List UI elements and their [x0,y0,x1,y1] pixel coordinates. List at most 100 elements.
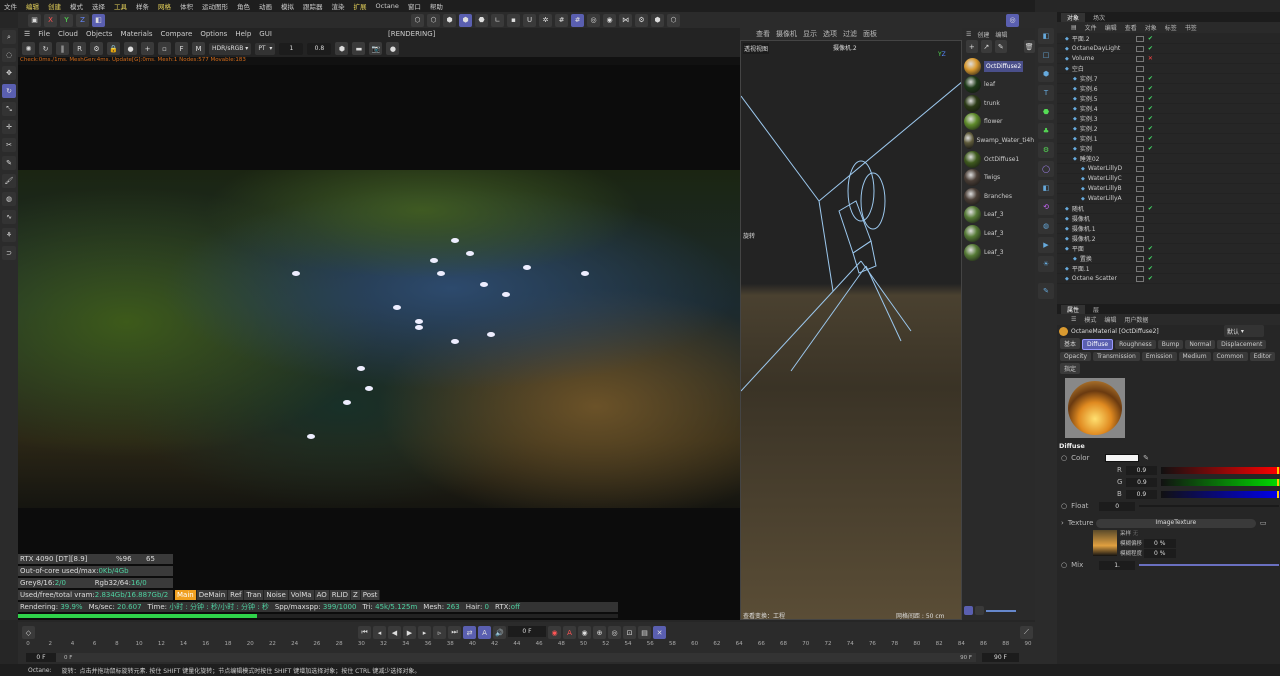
octane-menu-item[interactable]: GUI [259,30,272,38]
tab-layers[interactable]: 层 [1087,305,1105,314]
attr-tab-button[interactable]: Opacity [1060,352,1092,361]
visibility-toggle[interactable] [1135,195,1144,202]
visibility-toggle[interactable] [1135,275,1144,282]
enabled-check-icon[interactable]: ✔ [1148,275,1158,282]
rotate-icon[interactable]: ↻ [2,84,16,98]
visibility-toggle[interactable] [1135,55,1144,62]
mat-menu-create[interactable]: 创建 [977,30,989,39]
eyedropper-icon[interactable]: ✎ [1143,454,1149,462]
object-row[interactable]: ◆ WaterLillyC [1057,174,1280,184]
object-row[interactable]: ◆ 实例.7 ✔ [1057,74,1280,84]
menu-item[interactable]: 网格 [158,1,171,11]
g-slider-handle[interactable] [1277,478,1280,486]
region-icon[interactable]: ▫ [158,42,171,55]
object-row[interactable]: ◆ 睡莲02 [1057,154,1280,164]
octane-menu-item[interactable]: Materials [120,30,152,38]
tab-objects[interactable]: 对象 [1061,12,1086,22]
menu-item[interactable]: 模式 [70,1,83,11]
float-slider[interactable] [1139,505,1280,507]
sculpt-icon[interactable]: ⚘ [2,228,16,242]
attr-tab-button[interactable]: Transmission [1093,352,1140,361]
enabled-check-icon[interactable]: ✔ [1148,135,1158,142]
visibility-toggle[interactable] [1135,235,1144,242]
object-row[interactable]: ◆ 实例.4 ✔ [1057,104,1280,114]
attr-tab-button[interactable]: Roughness [1115,340,1156,349]
coordinate-system-button[interactable]: ◧ [92,13,105,27]
blur-offset-field[interactable]: 0 % [1143,539,1176,548]
axis-z-button[interactable]: Z [76,13,89,27]
attr-tab-button[interactable]: Emission [1141,352,1177,361]
axis-mode-icon[interactable]: ∟ [491,13,504,27]
list-view-icon[interactable] [964,606,973,615]
settings-icon[interactable]: ✲ [539,13,552,27]
visibility-toggle[interactable] [1135,245,1144,252]
object-row[interactable]: ◆ 实例.3 ✔ [1057,114,1280,124]
attribute-menu-item[interactable]: 模式 [1084,315,1096,324]
visibility-toggle[interactable] [1135,85,1144,92]
blur-scale-field[interactable]: 0 % [1143,549,1176,558]
render-pass-tab[interactable]: Main [175,590,197,600]
focus-pick-icon[interactable]: F [175,42,188,55]
cloner-icon[interactable]: ♣ [1038,123,1054,139]
tab-takes[interactable]: 场次 [1087,13,1111,22]
rectangle-icon[interactable]: ▬ [352,42,366,55]
tab-attributes[interactable]: 属性 [1061,304,1086,314]
menu-item[interactable]: Octane [376,2,399,10]
eyedropper-icon[interactable]: ✎ [995,40,1007,53]
menu-item[interactable]: 扩展 [354,1,367,11]
visibility-toggle[interactable] [1135,105,1144,112]
visibility-toggle[interactable] [1135,125,1144,132]
arrow-icon[interactable]: ↗ [980,40,992,53]
octane-menu-item[interactable]: Cloud [58,30,78,38]
object-menu-item[interactable]: 对象 [1145,23,1157,32]
pen-icon[interactable]: ✎ [1038,283,1054,299]
b-field[interactable]: 0.9 [1125,489,1157,499]
hamburger-icon[interactable]: ☰ [1071,316,1076,323]
start-frame-field[interactable]: 0 F [26,653,56,662]
r-slider[interactable] [1161,466,1280,474]
visibility-toggle[interactable] [1135,75,1144,82]
null-object-icon[interactable]: ◧ [1038,28,1054,44]
lock-icon[interactable]: 🔒 [107,42,120,55]
enabled-check-icon[interactable]: ✔ [1148,265,1158,272]
object-row[interactable]: ◆ 实例 ✔ [1057,144,1280,154]
timeline-ruler[interactable]: 0 2 4 6 8 10 12 14 16 18 20 22 24 26 28 30 32 34 36 38 40 42 4… [26,622,1031,652]
render-pass-tab[interactable]: Z [350,590,361,600]
mix-slider[interactable] [1139,564,1280,566]
pause-render-icon[interactable]: ‖ [56,42,69,55]
camera-icon[interactable]: 📷 [369,42,383,55]
menu-item[interactable]: 创建 [48,1,61,11]
knife-icon[interactable]: ✂ [2,138,16,152]
attr-tab-button[interactable]: 基本 [1060,338,1081,349]
frame-range-bar[interactable]: 0 F 0 F 90 F [26,653,976,662]
brush-icon[interactable]: 🖌 [2,174,16,188]
hexagon-icon[interactable]: ⬢ [335,42,349,55]
material-item[interactable]: Leaf_3 [964,243,1034,261]
enabled-check-icon[interactable]: ✔ [1148,115,1158,122]
material-item[interactable]: Swamp_Water_ti4h [964,131,1034,149]
trash-icon[interactable]: 🗑 [1023,40,1035,53]
render-icon[interactable]: ⬡ [667,13,680,27]
object-row[interactable]: ◆ 实例.2 ✔ [1057,124,1280,134]
octane-menu-item[interactable]: Compare [161,30,193,38]
viewport-menu-item[interactable]: 查看 [756,29,770,39]
visibility-toggle[interactable] [1135,115,1144,122]
text-icon[interactable]: T [1038,85,1054,101]
viewport-menu-item[interactable]: 面板 [863,29,877,39]
thumbnail-size-slider[interactable] [986,610,1016,612]
enabled-check-icon[interactable]: ✔ [1148,145,1158,152]
visibility-toggle[interactable] [1135,65,1144,72]
environment-icon[interactable]: ◍ [1038,218,1054,234]
kernel-select[interactable]: PT ▾ [255,42,276,55]
render-pass-tab[interactable]: Ref [228,590,245,600]
r-slider-handle[interactable] [1277,466,1279,474]
visibility-toggle[interactable] [1135,45,1144,52]
keyframe-icon[interactable]: ○ [1061,502,1067,510]
value1-field[interactable]: 1 [279,42,304,55]
render-pass-tab[interactable]: Post [360,590,381,600]
viewport-menu-item[interactable]: 摄像机 [776,29,797,39]
deformer-icon[interactable]: ◯ [1038,161,1054,177]
r-field[interactable]: 0.9 [1125,465,1157,475]
generator-icon[interactable]: ⬣ [1038,104,1054,120]
menu-item[interactable]: 跟踪器 [303,1,323,11]
